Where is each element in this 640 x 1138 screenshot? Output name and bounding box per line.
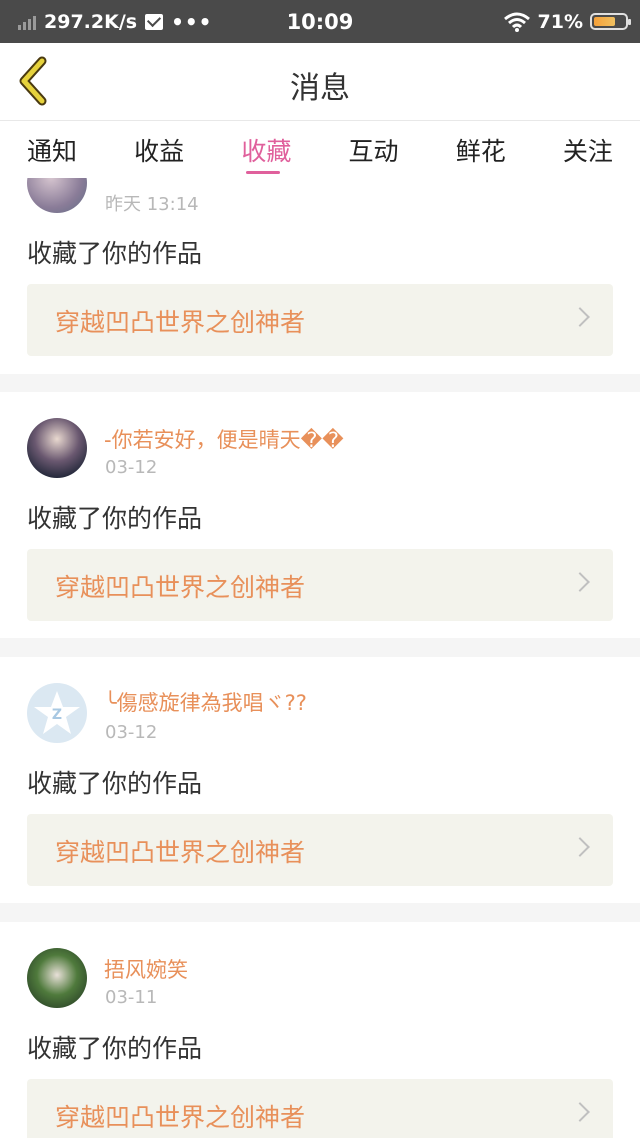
- work-link[interactable]: 穿越凹凸世界之创神者: [27, 1079, 613, 1138]
- work-title: 穿越凹凸世界之创神者: [55, 838, 306, 867]
- back-button[interactable]: [14, 56, 58, 106]
- battery-percent: 71%: [537, 10, 583, 33]
- list-item: 昨天 13:14 收藏了你的作品 穿越凹凸世界之创神者: [0, 178, 640, 374]
- status-bar: 297.2K/s ••• 10:09 71%: [0, 0, 640, 43]
- tab-notifications[interactable]: 通知: [22, 121, 82, 178]
- username[interactable]: ╰傷感旋律為我唱ヾ??: [104, 687, 307, 717]
- user-avatar[interactable]: [27, 948, 87, 1008]
- list-item: Z ╰傷感旋律為我唱ヾ?? 03-12 收藏了你的作品 穿越凹凸世界之创神者: [0, 657, 640, 903]
- user-avatar[interactable]: [27, 418, 87, 478]
- chevron-right-icon: [570, 837, 590, 857]
- timestamp: 03-12: [105, 722, 158, 743]
- timestamp: 03-11: [105, 987, 158, 1008]
- page-title: 消息: [290, 71, 350, 106]
- chevron-right-icon: [570, 572, 590, 592]
- list-item: -你若安好，便是晴天�� 03-12 收藏了你的作品 穿越凹凸世界之创神者: [0, 392, 640, 638]
- work-title: 穿越凹凸世界之创神者: [55, 573, 306, 602]
- back-arrow-icon: [19, 56, 47, 106]
- work-title: 穿越凹凸世界之创神者: [55, 308, 306, 337]
- work-link[interactable]: 穿越凹凸世界之创神者: [27, 284, 613, 356]
- favorites-feed: 昨天 13:14 收藏了你的作品 穿越凹凸世界之创神者 -你若安好，便是晴天��…: [0, 178, 640, 1138]
- wifi-icon: [503, 12, 530, 32]
- network-speed: 297.2K/s: [44, 10, 138, 33]
- action-text: 收藏了你的作品: [27, 504, 203, 533]
- svg-text:Z: Z: [52, 707, 62, 723]
- more-notifications-icon: •••: [171, 9, 213, 34]
- star-icon: Z: [34, 691, 80, 734]
- user-avatar[interactable]: [27, 178, 87, 213]
- tab-interactions[interactable]: 互动: [344, 121, 404, 178]
- signal-icon: [18, 14, 36, 30]
- default-avatar-icon[interactable]: Z: [27, 683, 87, 743]
- tab-favorites[interactable]: 收藏: [236, 121, 296, 178]
- chevron-right-icon: [570, 307, 590, 327]
- tab-flowers[interactable]: 鲜花: [451, 121, 511, 178]
- app-header: 消息: [0, 43, 640, 121]
- action-text: 收藏了你的作品: [27, 239, 203, 268]
- battery-icon: [590, 13, 631, 30]
- list-item: 捂风婉笑 03-11 收藏了你的作品 穿越凹凸世界之创神者: [0, 922, 640, 1138]
- work-title: 穿越凹凸世界之创神者: [55, 1103, 306, 1132]
- work-link[interactable]: 穿越凹凸世界之创神者: [27, 814, 613, 886]
- username[interactable]: -你若安好，便是晴天��: [104, 424, 344, 454]
- tab-earnings[interactable]: 收益: [129, 121, 189, 178]
- work-link[interactable]: 穿越凹凸世界之创神者: [27, 549, 613, 621]
- timestamp: 03-12: [105, 457, 158, 478]
- notification-icon: [145, 13, 164, 30]
- chevron-right-icon: [570, 1102, 590, 1122]
- timestamp: 昨天 13:14: [105, 194, 199, 215]
- action-text: 收藏了你的作品: [27, 769, 203, 798]
- tab-bar: 通知 收益 收藏 互动 鲜花 关注: [0, 121, 640, 178]
- action-text: 收藏了你的作品: [27, 1034, 203, 1063]
- username[interactable]: 捂风婉笑: [104, 954, 188, 984]
- tab-following[interactable]: 关注: [558, 121, 618, 178]
